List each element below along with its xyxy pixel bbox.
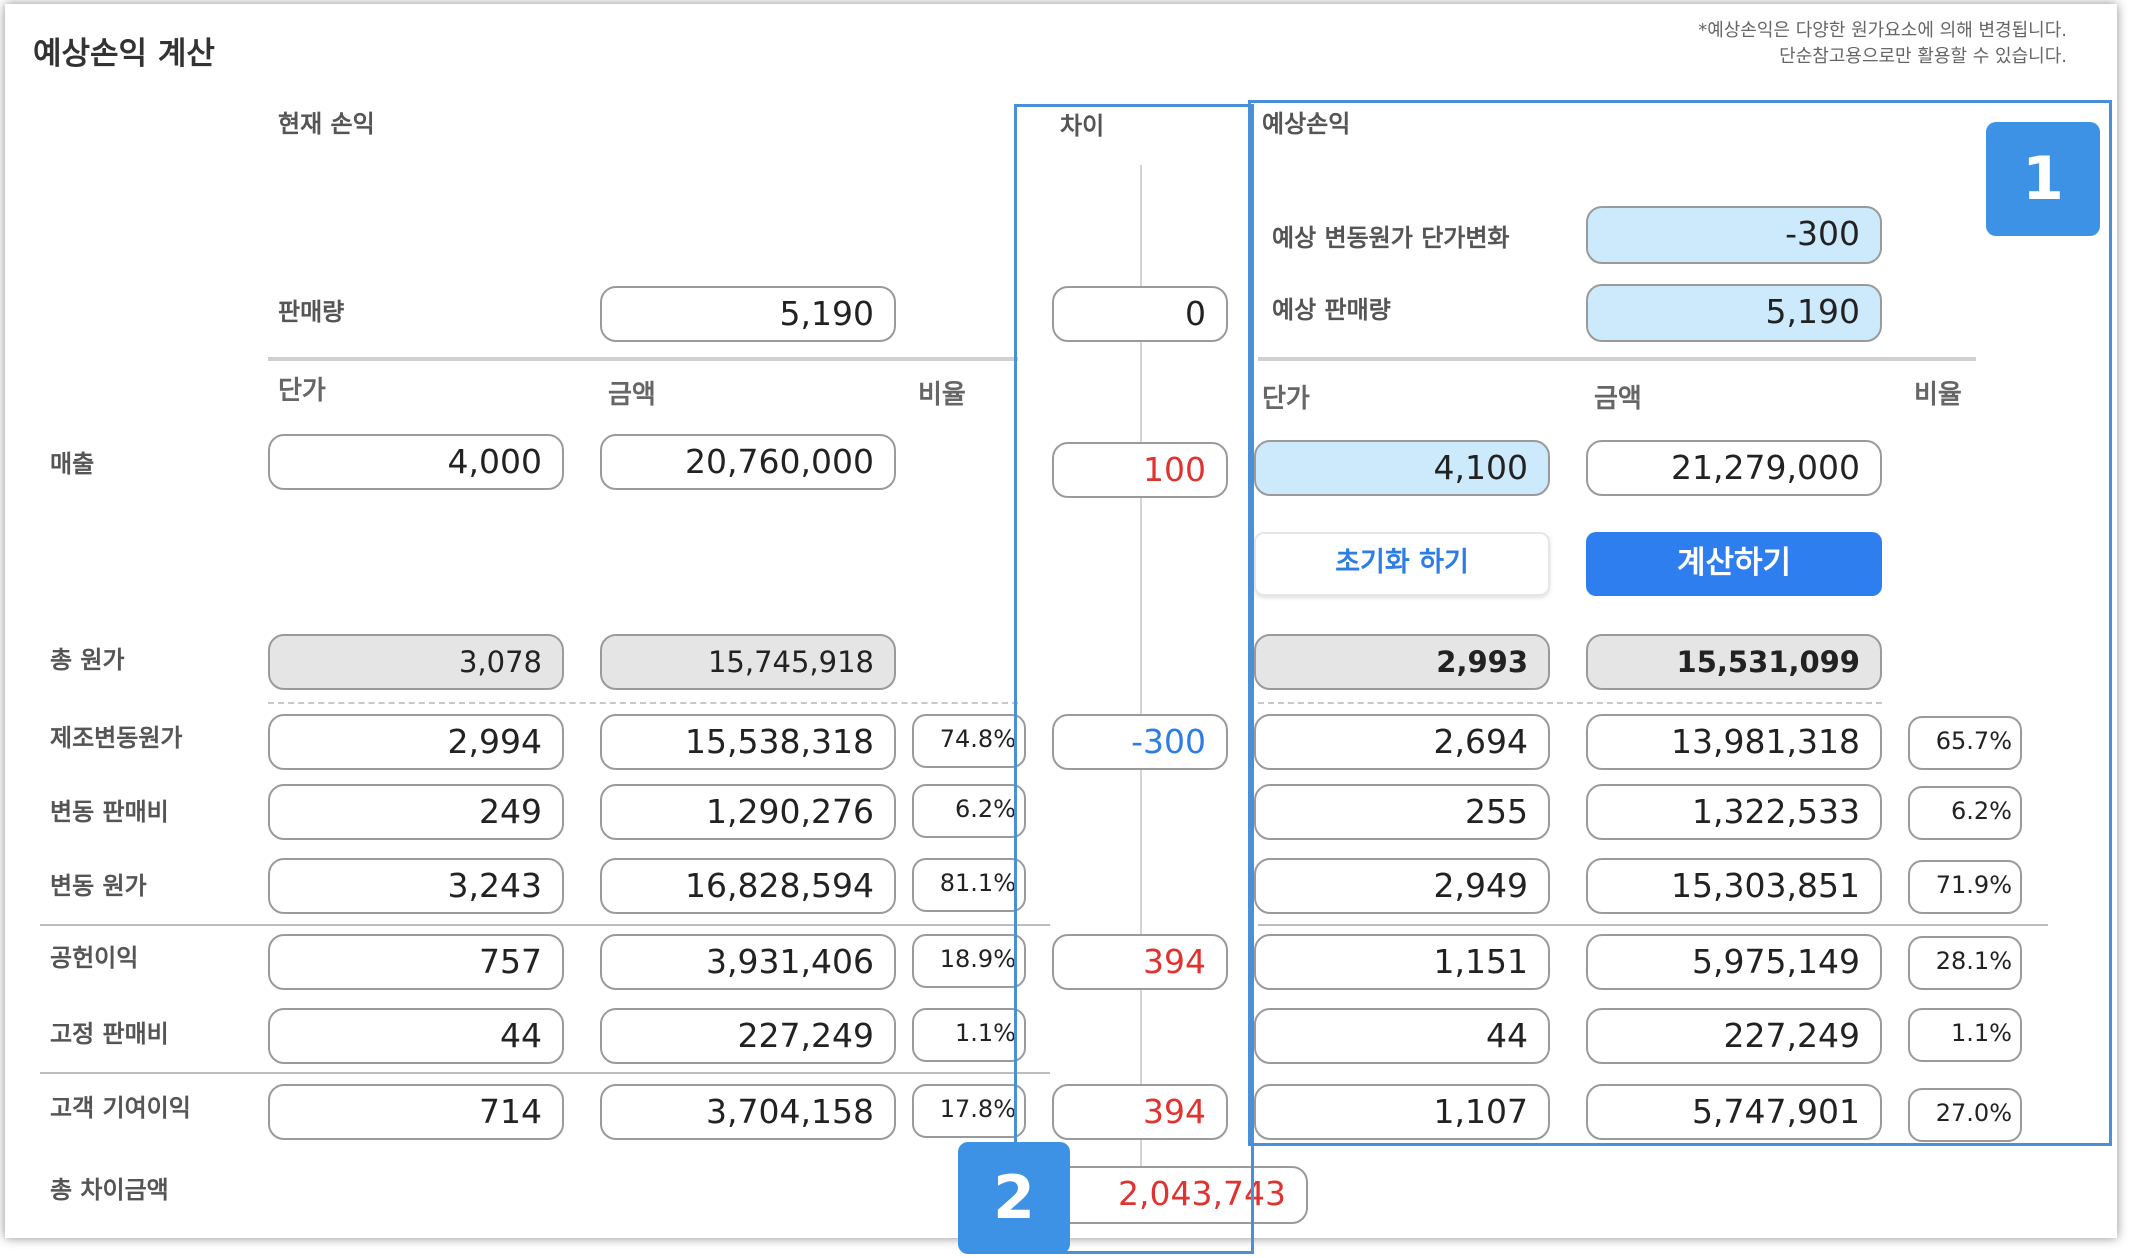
revenue-amount-current[interactable]: 20,760,000 — [600, 434, 896, 490]
section-current: 현재 손익 — [278, 110, 375, 138]
total-cost-label: 총 원가 — [50, 646, 125, 674]
var-selling-unit-current[interactable]: 249 — [268, 784, 564, 840]
dashed-divider-current — [268, 702, 1018, 704]
total-cost-unit-current: 3,078 — [268, 634, 564, 690]
var-cost-label: 변동 원가 — [50, 872, 147, 900]
mfg-var-amount-current[interactable]: 15,538,318 — [600, 714, 896, 770]
var-cost-amount-current[interactable]: 16,828,594 — [600, 858, 896, 914]
total-diff-label: 총 차이금액 — [50, 1176, 169, 1204]
total-cost-amount-current: 15,745,918 — [600, 634, 896, 690]
highlight-frame-1 — [1248, 100, 2112, 1146]
col-amount-current: 금액 — [608, 380, 656, 410]
col-ratio-current: 비율 — [918, 380, 966, 410]
revenue-label: 매출 — [50, 450, 95, 478]
mfg-var-unit-current[interactable]: 2,994 — [268, 714, 564, 770]
divider-current — [268, 357, 1018, 361]
customer-contribution-ratio-current: 17.8% — [912, 1084, 1026, 1138]
contribution-label: 공헌이익 — [50, 944, 139, 972]
contribution-amount-current[interactable]: 3,931,406 — [600, 934, 896, 990]
marker-2: 2 — [958, 1142, 1070, 1254]
contribution-unit-current[interactable]: 757 — [268, 934, 564, 990]
var-cost-unit-current[interactable]: 3,243 — [268, 858, 564, 914]
notice-line-1: *예상손익은 다양한 원가요소에 의해 변경됩니다. — [1698, 20, 2067, 41]
fixed-selling-amount-current[interactable]: 227,249 — [600, 1008, 896, 1064]
var-selling-label: 변동 판매비 — [50, 798, 169, 826]
page-title: 예상손익 계산 — [33, 36, 215, 72]
var-cost-ratio-current: 81.1% — [912, 858, 1026, 912]
mfg-var-ratio-current: 74.8% — [912, 714, 1026, 768]
divider-contribution-current — [40, 924, 1050, 926]
mfg-var-cost-label: 제조변동원가 — [50, 724, 183, 752]
revenue-unit-current[interactable]: 4,000 — [268, 434, 564, 490]
fixed-selling-unit-current[interactable]: 44 — [268, 1008, 564, 1064]
fixed-selling-label: 고정 판매비 — [50, 1020, 169, 1048]
fixed-selling-ratio-current: 1.1% — [912, 1008, 1026, 1062]
var-selling-amount-current[interactable]: 1,290,276 — [600, 784, 896, 840]
notice-text: *예상손익은 다양한 원가요소에 의해 변경됩니다. 단순참고용으로만 활용할 … — [1698, 18, 2067, 70]
highlight-frame-2 — [1014, 104, 1254, 1254]
col-unit-current: 단가 — [278, 376, 326, 406]
divider-customer-current — [40, 1072, 1050, 1074]
sales-volume-label: 판매량 — [278, 298, 345, 326]
current-volume-input[interactable]: 5,190 — [600, 286, 896, 342]
customer-contribution-amount-current[interactable]: 3,704,158 — [600, 1084, 896, 1140]
customer-contribution-unit-current[interactable]: 714 — [268, 1084, 564, 1140]
var-selling-ratio-current: 6.2% — [912, 784, 1026, 838]
notice-line-2: 단순참고용으로만 활용할 수 있습니다. — [1779, 46, 2067, 67]
contribution-ratio-current: 18.9% — [912, 934, 1026, 988]
customer-contribution-label: 고객 기여이익 — [50, 1094, 191, 1122]
marker-1: 1 — [1986, 122, 2100, 236]
